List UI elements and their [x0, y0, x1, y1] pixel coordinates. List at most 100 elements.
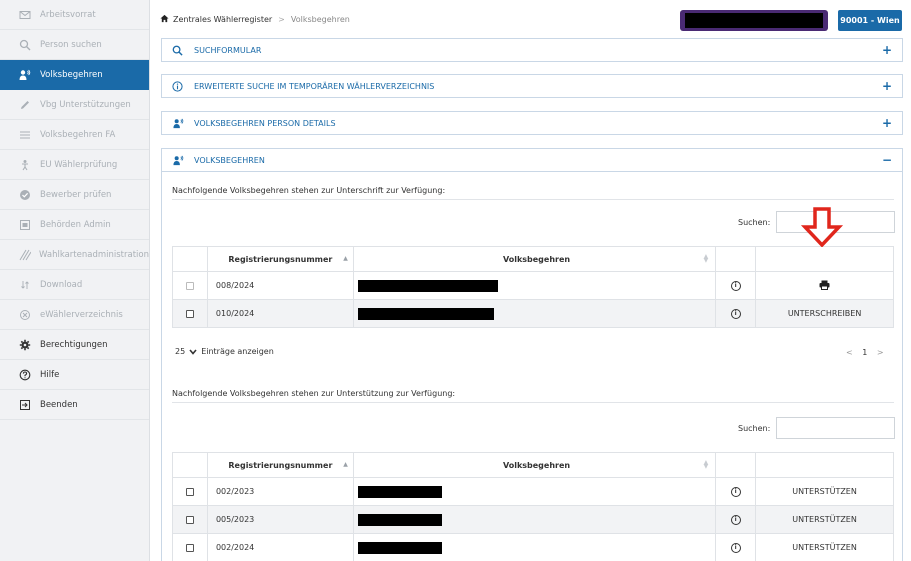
chevron-down-icon [189, 348, 197, 355]
sidebar-item-berechtigungen[interactable]: Berechtigungen [0, 330, 149, 360]
registration-number: 002/2024 [206, 533, 354, 561]
header-info [715, 246, 757, 272]
expand-toggle[interactable]: + [882, 79, 892, 93]
sidebar-item-bewerber-pruefen[interactable]: Bewerber prüfen [0, 180, 149, 210]
sidebar-item-label: Download [40, 279, 83, 290]
panel-erweiterte-suche[interactable]: ERWEITERTE SUCHE IM TEMPORÄREN WÄHLERVER… [161, 74, 903, 98]
sidebar-item-label: Bewerber prüfen [40, 189, 112, 200]
sidebar-item-vbg-unterstuetzungen[interactable]: Vbg Unterstützungen [0, 90, 149, 120]
table-row: 005/2023 i UNTERSTÜTZEN [172, 505, 894, 534]
next-page-button[interactable]: > [877, 348, 884, 357]
header-action [755, 452, 894, 478]
sort-asc-icon: ▲ [343, 255, 348, 262]
row-checkbox[interactable] [185, 515, 194, 524]
sidebar-item-eu-waehlerpruefung[interactable]: EU Wählerprüfung [0, 150, 149, 180]
breadcrumb-current: Volksbegehren [290, 15, 350, 24]
row-checkbox[interactable] [185, 309, 194, 318]
slashes-icon [18, 248, 31, 262]
collapse-toggle[interactable]: − [882, 153, 892, 167]
entries-dropdown[interactable]: 25 [175, 347, 197, 356]
sidebar-item-person-suchen[interactable]: Person suchen [0, 30, 149, 60]
page-1-button[interactable]: 1 [862, 348, 867, 357]
info-icon[interactable]: i [730, 309, 741, 319]
sidebar-item-ewaehlerverzeichnis[interactable]: eWählerverzeichnis [0, 300, 149, 330]
sidebar-item-label: Volksbegehren FA [40, 129, 116, 140]
row-checkbox[interactable] [185, 487, 194, 496]
info-icon [172, 80, 186, 92]
print-button[interactable] [755, 271, 894, 300]
check-circle-icon [18, 188, 32, 202]
table-header-row: Registrierungsnummer ▲ Volksbegehren ▲ ▼ [172, 246, 894, 272]
sidebar-item-behoerden-admin[interactable]: Behörden Admin [0, 210, 149, 240]
sidebar-item-beenden[interactable]: Beenden [0, 390, 149, 420]
header-volksbegehren[interactable]: Volksbegehren ▲ ▼ [352, 452, 717, 478]
unterstuetzen-button[interactable]: UNTERSTÜTZEN [755, 505, 894, 534]
support-search-input[interactable] [776, 417, 895, 439]
divider [172, 199, 894, 200]
panel-volksbegehren[interactable]: VOLKSBEGEHREN − [161, 148, 903, 172]
search-icon [18, 38, 32, 52]
expand-toggle[interactable]: + [882, 116, 892, 130]
registration-number: 002/2023 [206, 477, 354, 506]
breadcrumb: Zentrales Wählerregister > Volksbegehren [160, 14, 350, 25]
sidebar-item-hilfe[interactable]: Hilfe [0, 360, 149, 390]
header-action [755, 246, 894, 272]
unterstuetzen-button[interactable]: UNTERSTÜTZEN [755, 477, 894, 506]
info-icon[interactable]: i [730, 543, 741, 553]
header-registrierungsnummer[interactable]: Registrierungsnummer ▲ [206, 452, 354, 478]
sidebar: Arbeitsvorrat Person suchen Volksbegehre… [0, 0, 150, 561]
expand-toggle[interactable]: + [882, 43, 892, 57]
divider [172, 402, 894, 403]
redacted-title [357, 279, 498, 292]
entries-selector: 25 Einträge anzeigen [175, 347, 274, 356]
list-icon [18, 128, 32, 142]
prev-page-button[interactable]: < [846, 348, 853, 357]
breadcrumb-home[interactable]: Zentrales Wählerregister [173, 15, 272, 24]
panel-title: ERWEITERTE SUCHE IM TEMPORÄREN WÄHLERVER… [194, 81, 435, 91]
unterstuetzen-button[interactable]: UNTERSTÜTZEN [755, 533, 894, 561]
header-info [715, 452, 757, 478]
id-card-icon [18, 218, 32, 232]
redacted-title [357, 541, 442, 554]
top-bar: Zentrales Wählerregister > Volksbegehren… [150, 0, 911, 38]
panel-volksbegehren-person-details[interactable]: VOLKSBEGEHREN PERSON DETAILS + [161, 111, 903, 135]
row-checkbox[interactable] [185, 543, 194, 552]
sidebar-item-volksbegehren[interactable]: Volksbegehren [0, 60, 149, 90]
registration-number: 010/2024 [206, 299, 354, 328]
sidebar-item-label: Arbeitsvorrat [40, 9, 96, 20]
sidebar-item-volksbegehren-fa[interactable]: Volksbegehren FA [0, 120, 149, 150]
support-table: Registrierungsnummer ▲ Volksbegehren ▲ ▼ 00… [172, 452, 894, 561]
pagination: < 1 > [846, 348, 884, 357]
home-icon[interactable] [160, 14, 169, 25]
redacted-title [357, 513, 442, 526]
user-name-redacted[interactable] [680, 10, 828, 31]
breadcrumb-separator: > [278, 15, 285, 24]
sidebar-item-download[interactable]: Download [0, 270, 149, 300]
unterschreiben-button[interactable]: UNTERSCHREIBEN [755, 299, 894, 328]
signature-table: Registrierungsnummer ▲ Volksbegehren ▲ ▼ 00… [172, 246, 894, 328]
header-select [172, 452, 208, 478]
download-icon [18, 278, 32, 292]
search-label: Suchen: [738, 218, 771, 227]
sidebar-item-label: Vbg Unterstützungen [40, 99, 131, 110]
sidebar-item-wahlkartenadministration[interactable]: Wahlkartenadministration [0, 240, 149, 270]
region-button[interactable]: 90001 - Wien [838, 10, 902, 31]
pencil-icon [18, 98, 32, 112]
header-registrierungsnummer[interactable]: Registrierungsnummer ▲ [206, 246, 354, 272]
header-volksbegehren[interactable]: Volksbegehren ▲ ▼ [352, 246, 717, 272]
info-icon[interactable]: i [730, 515, 741, 525]
panel-suchformular[interactable]: SUCHFORMULAR + [161, 38, 903, 62]
gear-icon [18, 338, 32, 352]
info-icon[interactable]: i [730, 281, 741, 291]
sidebar-item-arbeitsvorrat[interactable]: Arbeitsvorrat [0, 0, 149, 30]
entries-label: Einträge anzeigen [201, 347, 274, 356]
signature-intro: Nachfolgende Volksbegehren stehen zur Un… [172, 186, 446, 195]
registration-number: 005/2023 [206, 505, 354, 534]
envelope-icon [18, 8, 32, 22]
printer-icon [819, 280, 830, 292]
panel-title: VOLKSBEGEHREN PERSON DETAILS [194, 118, 336, 128]
people-speak-icon [172, 155, 186, 166]
info-icon[interactable]: i [730, 487, 741, 497]
sidebar-item-label: Berechtigungen [40, 339, 108, 350]
sidebar-item-label: Behörden Admin [40, 219, 111, 230]
